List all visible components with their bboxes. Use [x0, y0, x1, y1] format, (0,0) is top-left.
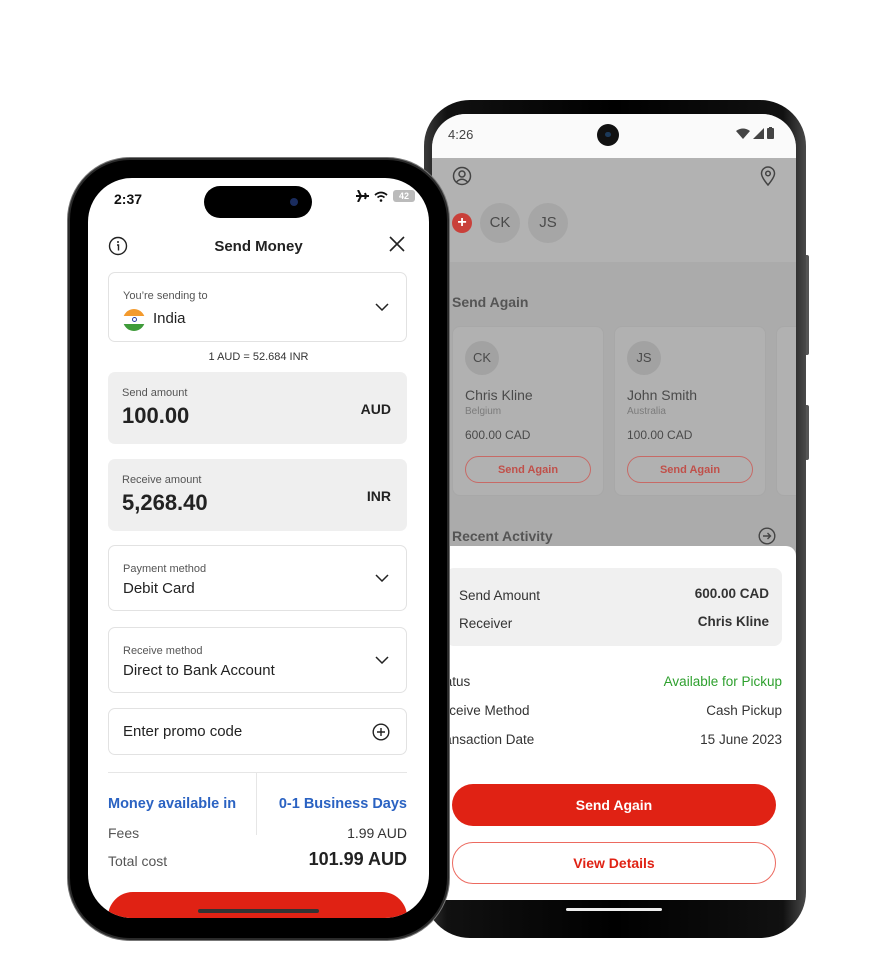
battery-icon: [767, 127, 774, 139]
chevron-down-icon: [375, 574, 389, 582]
avatar: JS: [627, 341, 661, 375]
battery-icon: 42: [393, 190, 415, 202]
send-amount-label: Send Amount: [459, 588, 541, 603]
home-indicator[interactable]: [198, 909, 319, 913]
send-amount-value[interactable]: 100.00: [122, 403, 189, 429]
destination-label: You’re sending to: [123, 290, 208, 302]
transaction-sheet: Send Amount 600.00 CAD Receiver Chris Kl…: [432, 546, 796, 900]
receive-amount-label: Receive amount: [122, 474, 202, 486]
receive-method-label: Receive method: [123, 645, 203, 657]
total-cost-value: 101.99 AUD: [308, 849, 407, 869]
signal-icon: [753, 127, 764, 139]
destination-country-select[interactable]: You’re sending to India: [108, 272, 407, 342]
receive-method-value: Direct to Bank Account: [123, 662, 275, 679]
total-cost-label: Total cost: [108, 853, 168, 869]
payment-method-label: Payment method: [123, 563, 207, 575]
money-available-value: 0-1 Business Days: [278, 796, 407, 812]
payment-method-value: Debit Card: [123, 580, 195, 597]
receive-amount-field[interactable]: Receive amount 5,268.40 INR: [108, 459, 407, 531]
send-amount-label: Send amount: [122, 387, 188, 399]
android-status-time: 4:26: [448, 127, 474, 142]
page-title: Send Money: [214, 238, 303, 255]
plus-circle-icon[interactable]: [372, 723, 390, 741]
close-icon[interactable]: [389, 236, 405, 252]
receive-method-select[interactable]: Receive method Direct to Bank Account: [108, 627, 407, 693]
iphone-status-time: 2:37: [114, 191, 143, 207]
contact-chip[interactable]: CK: [480, 203, 520, 243]
android-phone: 4:26 + CK JS Send Again CK Chris Kline B…: [424, 100, 806, 938]
transaction-summary: Send Amount 600.00 CAD Receiver Chris Kl…: [446, 568, 782, 646]
receive-amount-value[interactable]: 5,268.40: [122, 490, 208, 516]
recipient-name: John Smith: [627, 387, 698, 403]
wifi-icon: [374, 191, 388, 202]
promo-code-placeholder[interactable]: Enter promo code: [123, 723, 242, 740]
india-flag-icon: [123, 309, 145, 331]
receive-currency: INR: [366, 488, 391, 504]
chevron-down-icon: [375, 656, 389, 664]
home-gesture-bar[interactable]: [566, 908, 662, 911]
send-again-heading: Send Again: [452, 294, 529, 310]
avatar: CK: [465, 341, 499, 375]
android-header: + CK JS: [432, 158, 796, 262]
android-screen: 4:26 + CK JS Send Again CK Chris Kline B…: [432, 114, 796, 900]
recipient-country: Belgium: [465, 406, 502, 417]
send-again-card-partial[interactable]: [776, 326, 796, 496]
transaction-date-label: Transaction Date: [432, 732, 535, 747]
card-send-again-button[interactable]: Send Again: [465, 456, 591, 483]
money-available-label: Money available in: [108, 796, 237, 812]
fees-value: 1.99 AUD: [347, 825, 407, 841]
recipient-amount: 100.00 CAD: [627, 428, 693, 442]
send-again-button[interactable]: Send Again: [452, 784, 776, 826]
android-status-bar: 4:26: [432, 114, 796, 158]
view-details-button[interactable]: View Details: [452, 842, 776, 884]
airplane-icon: [356, 190, 369, 202]
wifi-icon: [736, 128, 750, 139]
recent-activity-heading: Recent Activity: [452, 528, 553, 544]
send-again-card[interactable]: CK Chris Kline Belgium 600.00 CAD Send A…: [452, 326, 604, 496]
send-amount-value: 600.00 CAD: [694, 586, 769, 601]
divider: [256, 773, 257, 835]
location-pin-icon[interactable]: [760, 166, 776, 186]
send-amount-field[interactable]: Send amount 100.00 AUD: [108, 372, 407, 444]
destination-value: India: [153, 310, 186, 327]
add-contact-button[interactable]: +: [452, 213, 472, 233]
send-again-card[interactable]: JS John Smith Australia 100.00 CAD Send …: [614, 326, 766, 496]
dynamic-island: [204, 186, 312, 218]
card-send-again-button[interactable]: Send Again: [627, 456, 753, 483]
arrow-right-circle-icon[interactable]: [758, 527, 776, 545]
exchange-rate: 1 AUD = 52.684 INR: [208, 351, 309, 363]
chevron-down-icon: [375, 303, 389, 311]
get-started-button[interactable]: Get Started: [108, 892, 407, 918]
profile-icon[interactable]: [452, 166, 472, 186]
send-currency: AUD: [360, 401, 391, 417]
divider: [108, 772, 407, 773]
receiver-label: Receiver: [459, 616, 513, 631]
front-camera-icon: [597, 124, 619, 146]
recipient-country: Australia: [627, 406, 666, 417]
recipient-name: Chris Kline: [465, 387, 533, 403]
status-value: Available for Pickup: [663, 674, 782, 689]
promo-code-field[interactable]: Enter promo code: [108, 708, 407, 755]
iphone: 2:37 42 Send Money You’re sending to Ind…: [70, 160, 447, 938]
recipient-amount: 600.00 CAD: [465, 428, 531, 442]
android-nav-bar: [432, 900, 796, 920]
iphone-screen: 2:37 42 Send Money You’re sending to Ind…: [88, 178, 429, 918]
receiver-value: Chris Kline: [697, 614, 769, 629]
contact-chip[interactable]: JS: [528, 203, 568, 243]
receive-method-value: Cash Pickup: [706, 703, 782, 718]
fees-label: Fees: [108, 825, 140, 841]
payment-method-select[interactable]: Payment method Debit Card: [108, 545, 407, 611]
transaction-date-value: 15 June 2023: [700, 732, 782, 747]
